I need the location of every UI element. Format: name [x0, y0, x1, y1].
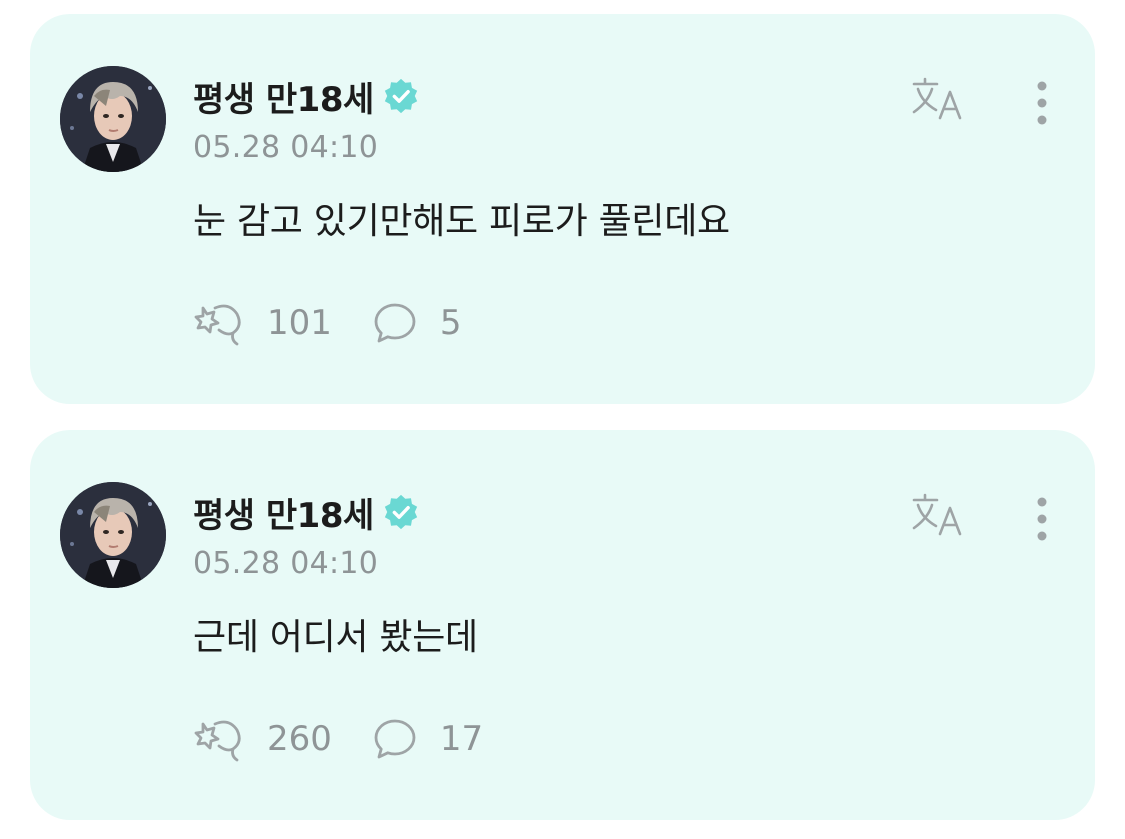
post-actions: 260 17 — [193, 716, 483, 762]
more-options-button[interactable] — [1026, 494, 1058, 546]
author-row: 평생 만18세 — [193, 72, 420, 120]
post-actions: 101 5 — [193, 300, 462, 346]
like-count: 101 — [267, 303, 332, 343]
translate-icon — [912, 493, 962, 536]
comment-count: 5 — [439, 303, 462, 343]
speech-bubble-icon — [374, 303, 416, 343]
comment-count: 17 — [439, 719, 484, 759]
like-count: 260 — [267, 719, 332, 759]
verified-badge-icon — [384, 78, 417, 114]
translate-button[interactable] — [910, 74, 974, 126]
avatar[interactable] — [60, 66, 166, 172]
post-card[interactable]: 평생 만18세 05.28 04:10 눈 감고 있기만해도 피로가 풀린데요 — [30, 14, 1095, 404]
post-timestamp: 05.28 04:10 — [193, 130, 379, 165]
like-button[interactable]: 101 — [193, 300, 332, 346]
author-name[interactable]: 평생 만18세 — [193, 72, 374, 121]
speech-bubble-icon — [374, 719, 416, 759]
verified-badge-icon — [384, 494, 417, 530]
more-options-button[interactable] — [1026, 78, 1058, 130]
avatar[interactable] — [60, 482, 166, 588]
post-timestamp: 05.28 04:10 — [193, 546, 379, 581]
author-row: 평생 만18세 — [193, 488, 420, 536]
post-body: 눈 감고 있기만해도 피로가 풀린데요 — [193, 201, 730, 242]
comment-button[interactable]: 5 — [372, 300, 462, 346]
post-body: 근데 어디서 봤는데 — [193, 617, 478, 658]
post-card[interactable]: 평생 만18세 05.28 04:10 근데 어디서 봤는데 260 17 — [30, 430, 1095, 820]
heart-hands-icon — [194, 720, 241, 762]
translate-button[interactable] — [910, 490, 974, 542]
author-name[interactable]: 평생 만18세 — [193, 488, 374, 537]
more-vertical-icon — [1037, 497, 1047, 541]
like-button[interactable]: 260 — [193, 716, 332, 762]
translate-icon — [912, 77, 962, 120]
heart-hands-icon — [194, 304, 241, 346]
more-vertical-icon — [1037, 81, 1047, 125]
comment-button[interactable]: 17 — [372, 716, 483, 762]
